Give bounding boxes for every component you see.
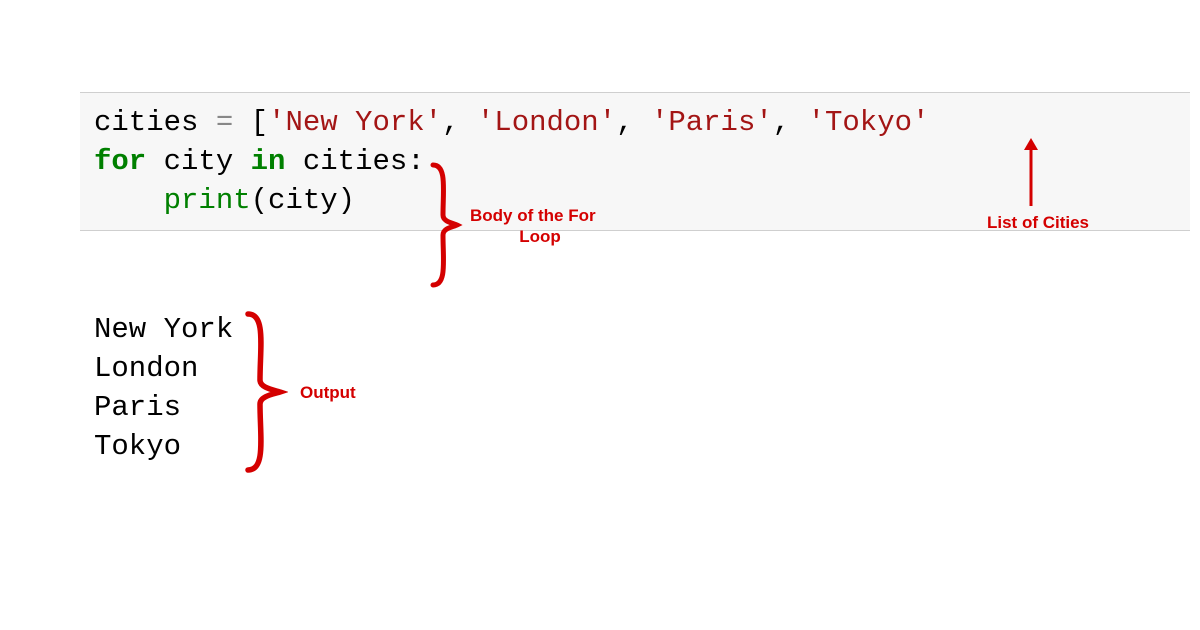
brace-body-icon (425, 160, 465, 290)
output-line-1: New York (94, 310, 233, 349)
str-tokyo: 'Tokyo' (808, 106, 930, 139)
paren-open: ( (251, 184, 268, 217)
bracket-open: [ (251, 106, 268, 139)
func-print: print (164, 184, 251, 217)
assign-op: = (198, 106, 250, 139)
code-line-1: cities = ['New York', 'London', 'Paris',… (94, 103, 1180, 142)
space (146, 145, 163, 178)
loop-var: city (164, 145, 234, 178)
arrow-up-icon (1021, 138, 1041, 208)
str-london: 'London' (477, 106, 616, 139)
code-line-2: for city in cities: (94, 142, 1180, 181)
comma-1: , (442, 106, 477, 139)
colon: : (407, 145, 424, 178)
annot-output: Output (300, 382, 356, 403)
brace-output-icon (240, 308, 288, 476)
iter-cities: cities (303, 145, 407, 178)
arg-city: city (268, 184, 338, 217)
indent (94, 184, 164, 217)
str-new-york: 'New York' (268, 106, 442, 139)
output-line-2: London (94, 349, 233, 388)
str-paris: 'Paris' (651, 106, 773, 139)
comma-2: , (616, 106, 651, 139)
comma-3: , (773, 106, 808, 139)
output-block: New York London Paris Tokyo (94, 310, 233, 467)
annot-body-l2: Loop (470, 226, 610, 247)
kw-in: in (251, 145, 286, 178)
annot-body-l1: Body of the For (470, 206, 596, 225)
space (233, 145, 250, 178)
annot-list: List of Cities (987, 212, 1089, 233)
space (285, 145, 302, 178)
output-line-4: Tokyo (94, 427, 233, 466)
output-line-3: Paris (94, 388, 233, 427)
paren-close: ) (338, 184, 355, 217)
var-cities: cities (94, 106, 198, 139)
annot-body: Body of the For Loop (470, 205, 610, 248)
kw-for: for (94, 145, 146, 178)
